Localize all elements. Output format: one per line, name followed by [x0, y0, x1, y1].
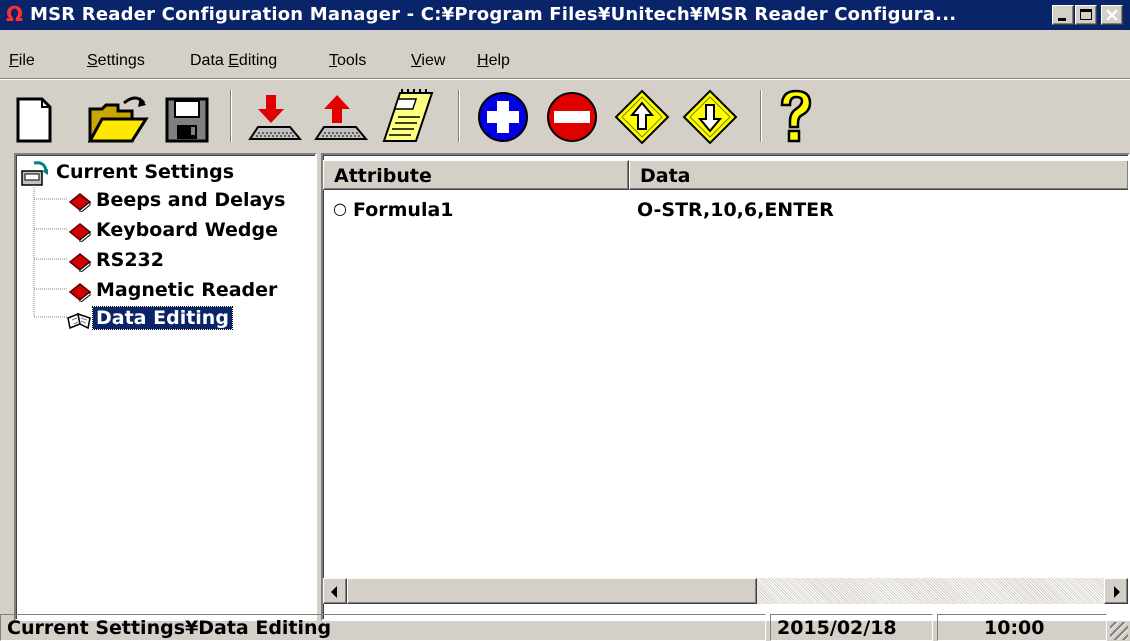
list-row[interactable]: ○ Formula1 O-STR,10,6,ENTER — [323, 199, 1113, 225]
move-down-icon — [682, 89, 738, 145]
red-book-icon — [68, 253, 92, 272]
right-arrow-icon — [1114, 586, 1120, 598]
download-to-reader-icon — [248, 95, 303, 140]
column-header-data[interactable]: Data — [629, 160, 1128, 190]
app-omega-icon[interactable]: Ω — [6, 2, 23, 26]
download-button[interactable] — [244, 87, 304, 145]
column-header-attribute[interactable]: Attribute — [323, 160, 629, 190]
settings-tree[interactable]: Current Settings Beeps and Delays Keyboa… — [14, 153, 317, 621]
tree-item-label: Magnetic Reader — [96, 279, 278, 301]
maximize-button[interactable] — [1075, 5, 1097, 25]
red-book-icon — [68, 223, 92, 242]
notepad-edit-icon — [382, 89, 434, 142]
menu-tools[interactable]: Tools — [329, 52, 366, 70]
left-arrow-icon — [331, 586, 337, 598]
move-up-icon — [614, 89, 670, 145]
new-file-icon — [16, 97, 52, 143]
red-book-icon — [68, 193, 92, 212]
close-icon: × — [1104, 4, 1120, 26]
add-button[interactable] — [473, 87, 533, 145]
help-question-icon — [780, 89, 812, 143]
tree-connector-lines — [33, 185, 68, 318]
upload-from-reader-icon — [314, 95, 369, 140]
save-disk-icon — [165, 97, 209, 143]
resize-grip-icon[interactable] — [1110, 622, 1128, 640]
open-folder-icon — [87, 96, 149, 143]
toolbar — [0, 87, 1130, 149]
close-button[interactable]: × — [1101, 4, 1123, 26]
tree-item-label: Keyboard Wedge — [96, 219, 278, 241]
toolbar-separator — [458, 90, 460, 142]
title-bar[interactable]: Ω MSR Reader Configuration Manager - C:¥… — [0, 0, 1130, 30]
maximize-icon — [1080, 9, 1092, 20]
menu-file[interactable]: File — [9, 52, 35, 70]
data-cell: O-STR,10,6,ENTER — [637, 199, 834, 221]
menu-divider — [0, 78, 1130, 80]
remove-button[interactable] — [542, 87, 602, 145]
upload-button[interactable] — [310, 87, 370, 145]
formula-icon: ○ — [333, 199, 347, 218]
minimize-icon — [1058, 18, 1066, 21]
toolbar-separator — [760, 90, 762, 142]
tree-item-label: RS232 — [96, 249, 164, 271]
tree-item-label: Beeps and Delays — [96, 189, 286, 211]
attribute-list[interactable]: Attribute Data ○ Formula1 O-STR,10,6,ENT… — [321, 153, 1130, 621]
menu-settings[interactable]: Settings — [87, 52, 145, 70]
red-book-icon — [68, 283, 92, 302]
minimize-button[interactable] — [1052, 5, 1074, 25]
tree-item-label-selected: Data Editing — [92, 306, 233, 330]
open-book-icon — [67, 312, 91, 330]
move-down-button[interactable] — [680, 87, 740, 145]
menu-bar: File Settings Data Editing Tools View He… — [0, 44, 1130, 74]
save-button[interactable] — [163, 87, 211, 145]
scroll-right-button[interactable] — [1104, 578, 1128, 604]
horizontal-scrollbar[interactable] — [323, 578, 1128, 604]
menu-help[interactable]: Help — [477, 52, 510, 70]
toolbar-separator — [230, 90, 232, 142]
status-path: Current Settings¥Data Editing — [0, 614, 766, 641]
scroll-thumb[interactable] — [347, 578, 757, 604]
menu-data-editing[interactable]: Data Editing — [190, 52, 277, 70]
open-button[interactable] — [87, 87, 150, 145]
help-button[interactable] — [774, 87, 818, 145]
scroll-left-button[interactable] — [323, 578, 347, 604]
attribute-cell: Formula1 — [353, 199, 454, 221]
status-bar: Current Settings¥Data Editing 2015/02/18… — [0, 614, 1130, 641]
remove-minus-icon — [547, 92, 597, 142]
status-time: 10:00 — [937, 614, 1107, 641]
status-date: 2015/02/18 — [770, 614, 933, 641]
menu-view[interactable]: View — [411, 52, 445, 70]
window-title: MSR Reader Configuration Manager - C:¥Pr… — [30, 4, 957, 25]
move-up-button[interactable] — [612, 87, 672, 145]
edit-notepad-button[interactable] — [380, 87, 440, 145]
new-button[interactable] — [14, 87, 54, 145]
add-plus-icon — [478, 92, 528, 142]
